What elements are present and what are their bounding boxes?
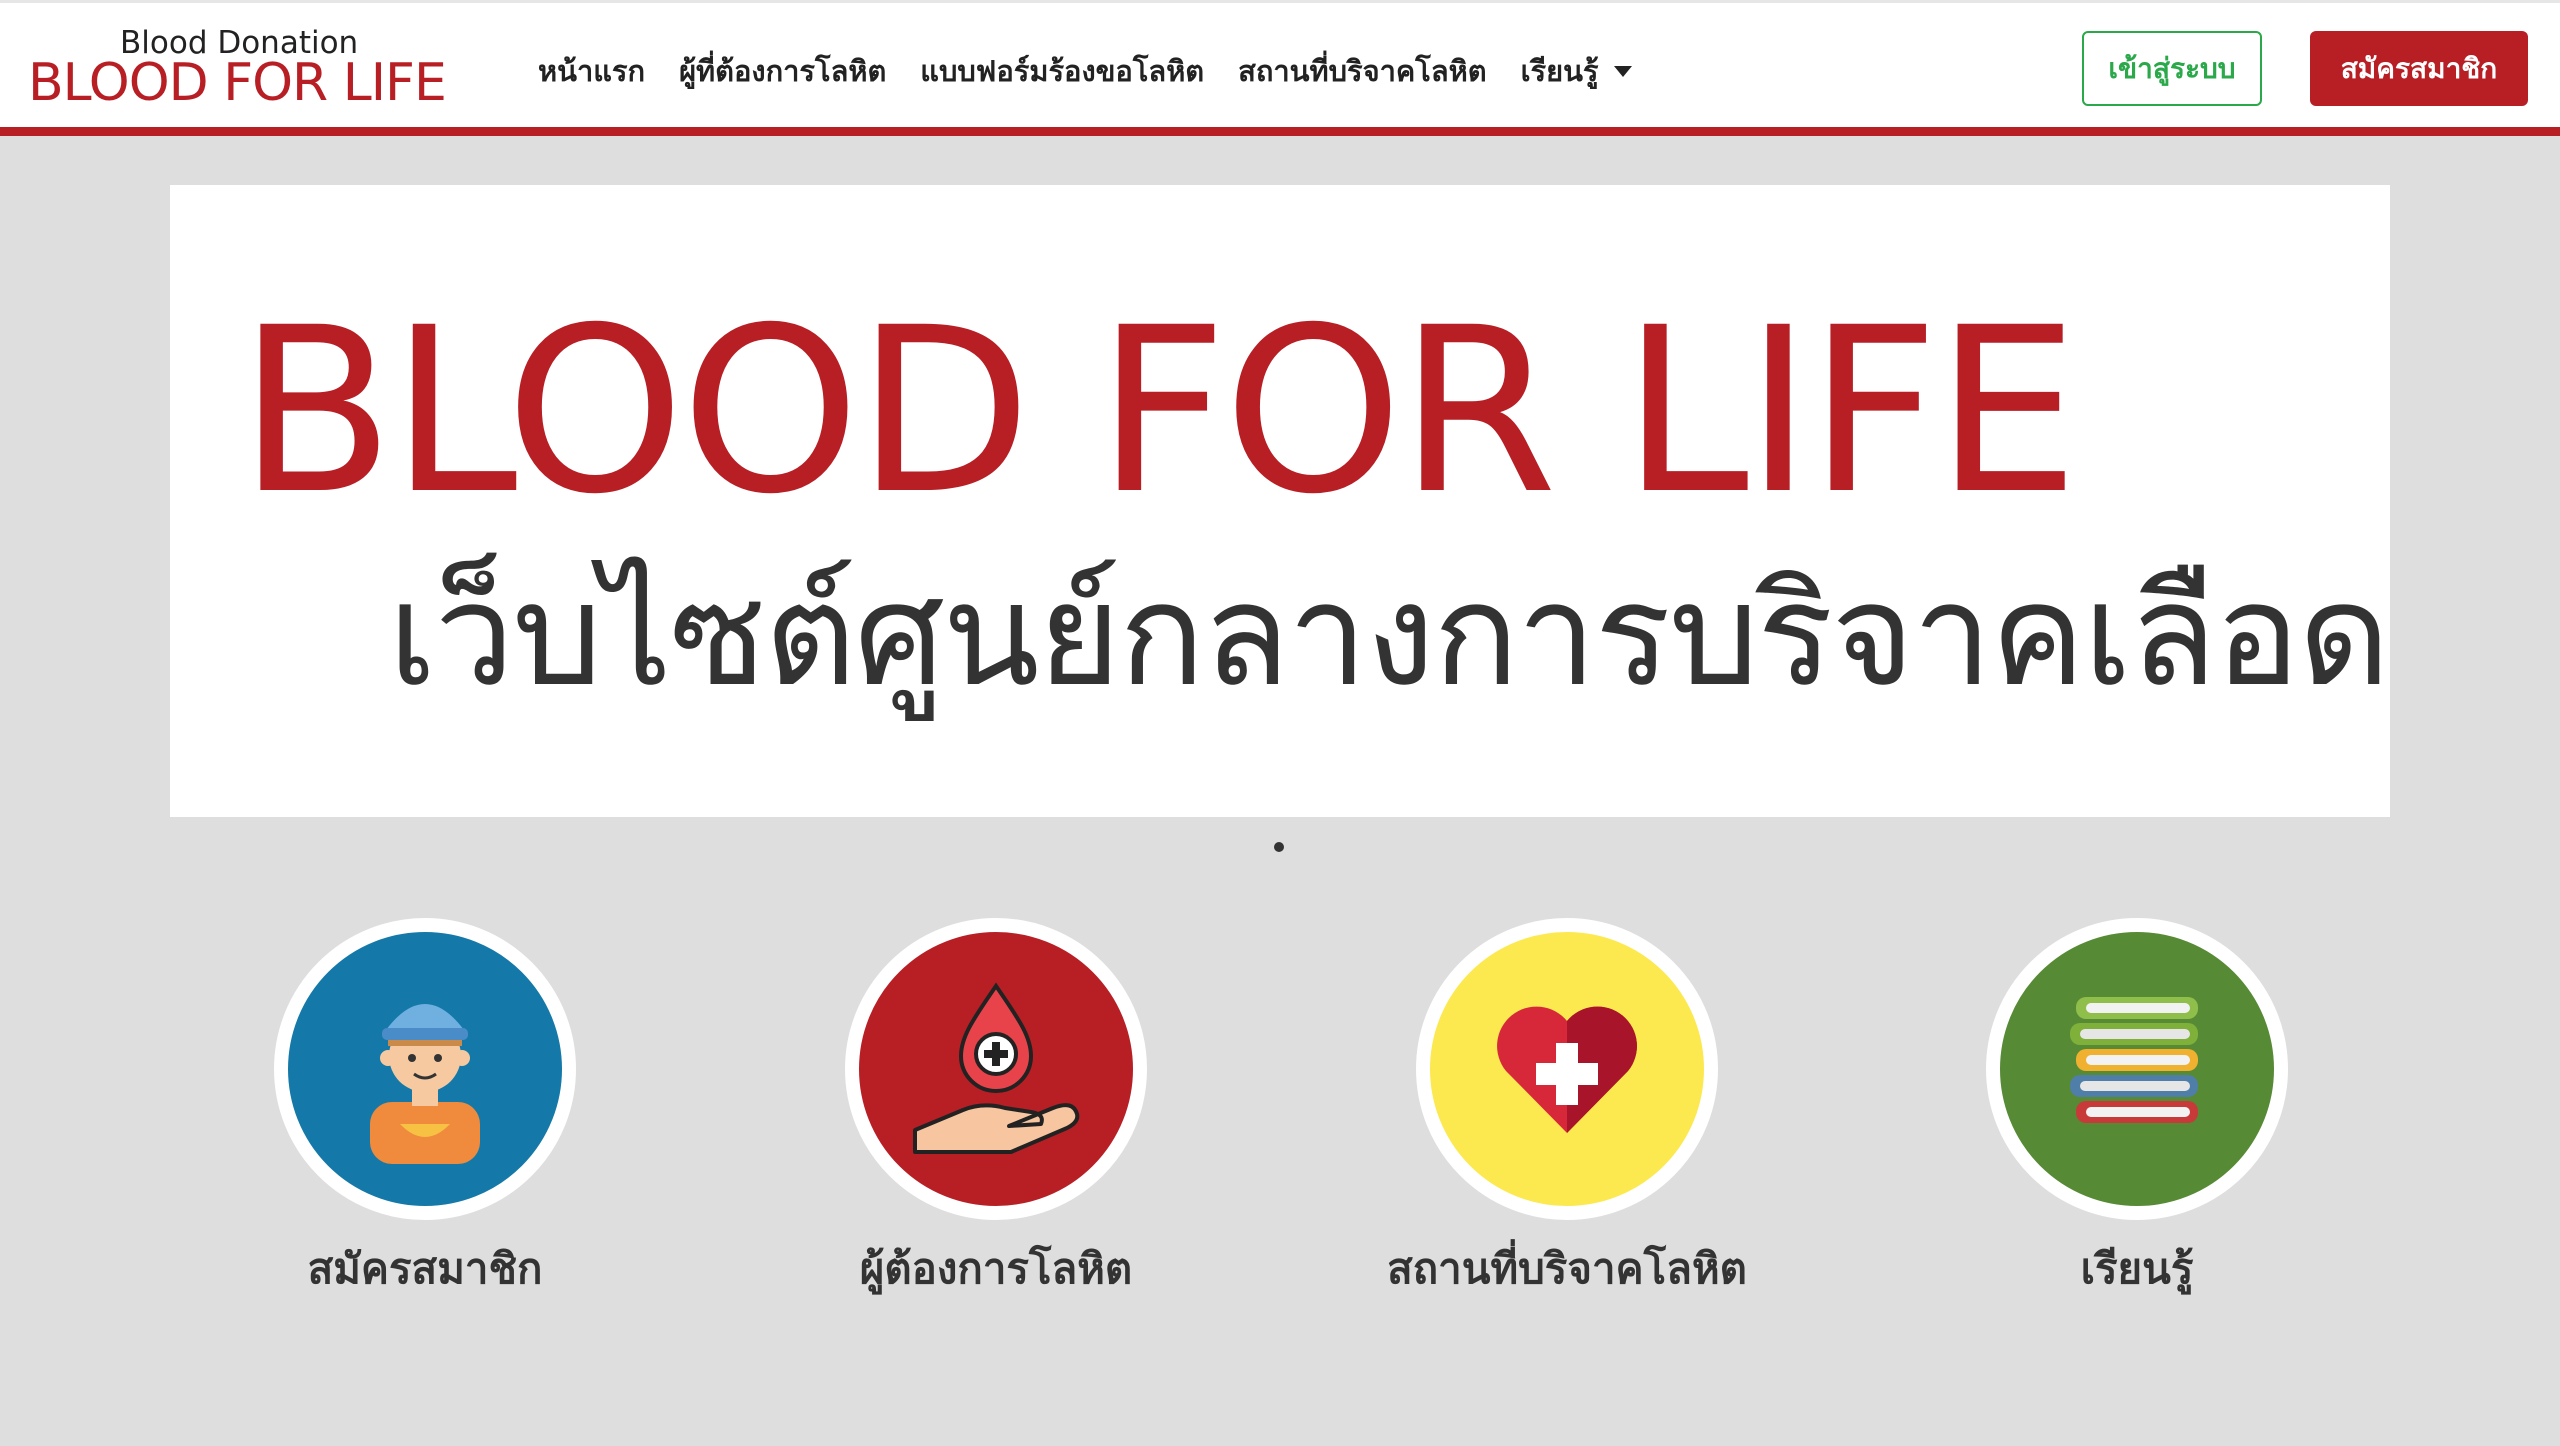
books-icon bbox=[2070, 997, 2198, 1123]
card-donation-places[interactable]: สถานที่บริจาคโลหิต bbox=[1367, 918, 1767, 1298]
nav-blood-requesters[interactable]: ผู้ที่ต้องการโลหิต bbox=[679, 48, 886, 94]
carousel-indicator[interactable] bbox=[1274, 842, 1284, 852]
card-learn-label: เรียนรู้ bbox=[2080, 1244, 2194, 1293]
nav-blood-request-form[interactable]: แบบฟอร์มร้องขอโลหิต bbox=[920, 48, 1204, 94]
banner-title: BLOOD FOR LIFE bbox=[238, 278, 2079, 544]
register-button[interactable]: สมัครสมาชิก bbox=[2310, 31, 2528, 106]
login-button[interactable]: เข้าสู่ระบบ bbox=[2082, 31, 2262, 106]
card-blood-requesters-label: ผู้ต้องการโลหิต bbox=[859, 1244, 1133, 1293]
card-register-label: สมัครสมาชิก bbox=[307, 1244, 543, 1293]
card-donation-places-label: สถานที่บริจาคโลหิต bbox=[1387, 1244, 1747, 1293]
member-icon bbox=[370, 1004, 480, 1164]
nav-learn-label: เรียนรู้ bbox=[1520, 54, 1599, 88]
heart-cross-icon bbox=[1497, 1006, 1637, 1133]
card-learn[interactable]: เรียนรู้ bbox=[1937, 918, 2337, 1298]
banner-subtitle: เว็บไซต์ศูนย์กลางการบริจาคเลือด bbox=[388, 553, 2390, 718]
top-navbar: Blood Donation BLOOD FOR LIFE หน้าแรก ผู… bbox=[0, 0, 2560, 136]
nav-donation-places[interactable]: สถานที่บริจาคโลหิต bbox=[1238, 48, 1486, 94]
caret-down-icon bbox=[1614, 65, 1633, 77]
card-blood-requesters[interactable]: ผู้ต้องการโลหิต bbox=[796, 918, 1196, 1298]
card-blood-requesters-circle bbox=[845, 918, 1147, 1220]
card-learn-circle bbox=[1986, 918, 2288, 1220]
card-register[interactable]: สมัครสมาชิก bbox=[225, 918, 625, 1298]
logo-title: BLOOD FOR LIFE bbox=[28, 53, 447, 113]
main-nav: หน้าแรก ผู้ที่ต้องการโลหิต แบบฟอร์มร้องข… bbox=[538, 47, 1633, 95]
hero-banner: BLOOD FOR LIFE เว็บไซต์ศูนย์กลางการบริจา… bbox=[170, 185, 2390, 817]
blood-drop-hand-icon bbox=[913, 982, 1080, 1154]
card-donation-places-circle bbox=[1416, 918, 1718, 1220]
nav-home[interactable]: หน้าแรก bbox=[538, 48, 645, 94]
card-register-circle bbox=[274, 918, 576, 1220]
site-logo[interactable]: Blood Donation BLOOD FOR LIFE bbox=[28, 25, 448, 113]
nav-learn-dropdown[interactable]: เรียนรู้ bbox=[1521, 48, 1633, 94]
